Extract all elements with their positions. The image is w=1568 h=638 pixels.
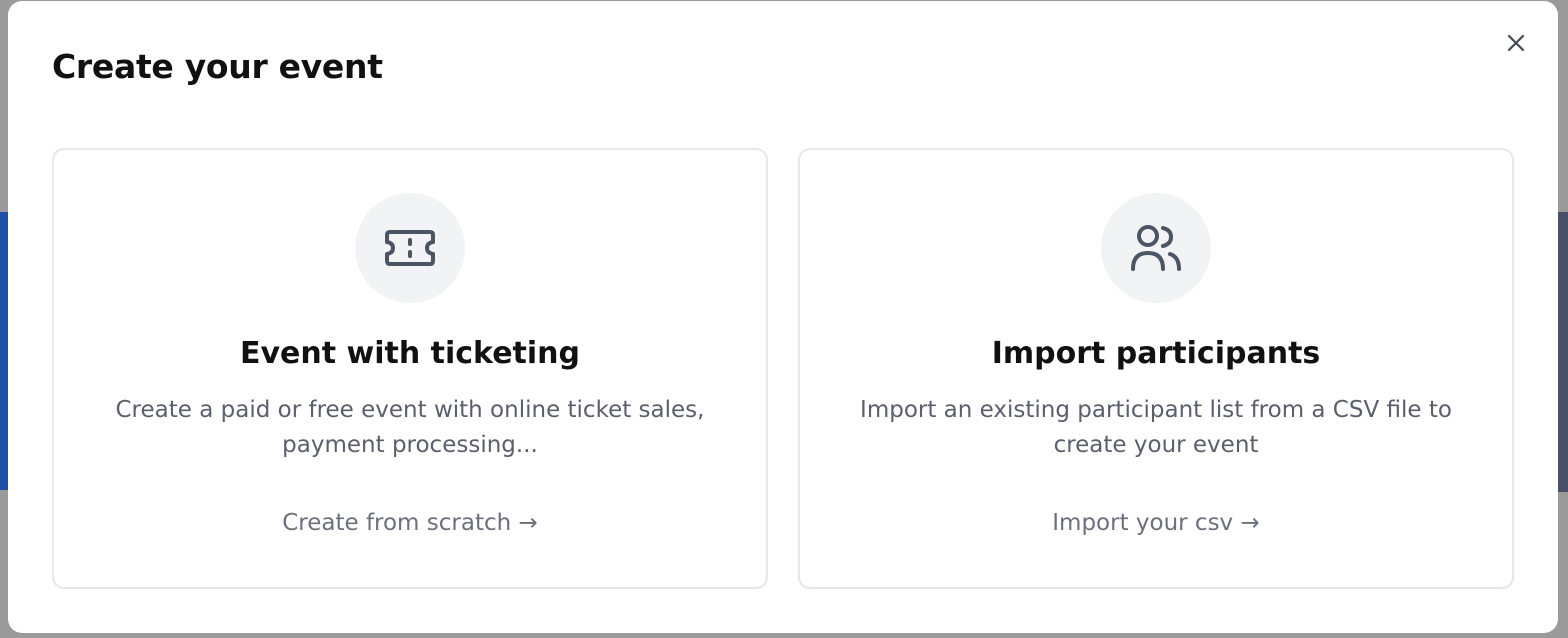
import-csv-link[interactable]: Import your csv → xyxy=(800,510,1512,536)
card-description: Create a paid or free event with online … xyxy=(115,397,705,458)
create-from-scratch-link[interactable]: Create from scratch → xyxy=(54,510,766,536)
card-title: Import participants xyxy=(991,336,1321,371)
ticket-icon xyxy=(385,230,435,266)
users-icon xyxy=(1131,225,1181,271)
ticket-icon-circle xyxy=(355,193,465,303)
create-event-modal: Create your event Event with ticketing C… xyxy=(8,1,1558,633)
close-button[interactable] xyxy=(1504,31,1528,55)
users-icon-circle xyxy=(1101,193,1211,303)
background-banner-right xyxy=(1558,212,1568,492)
card-description: Import an existing participant list from… xyxy=(860,397,1452,458)
modal-title: Create your event xyxy=(52,47,383,86)
event-with-ticketing-card[interactable]: Event with ticketing Create a paid or fr… xyxy=(52,148,768,589)
close-icon xyxy=(1507,34,1525,52)
import-participants-card[interactable]: Import participants Import an existing p… xyxy=(798,148,1514,589)
card-title: Event with ticketing xyxy=(239,336,581,371)
